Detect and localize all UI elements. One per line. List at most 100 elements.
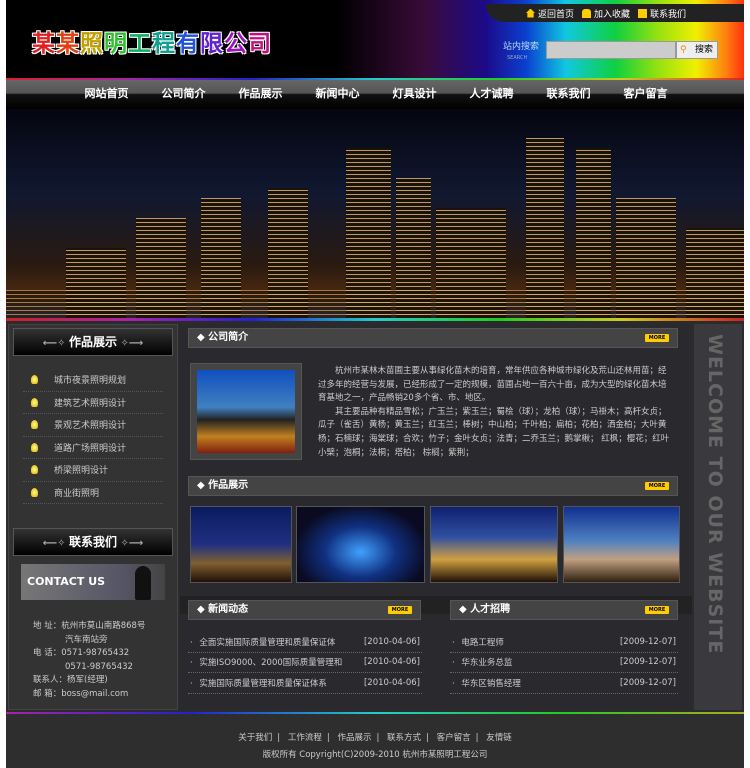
contact-info: 地 址：杭州市莫山南路868号 汽车南站旁 电 话：0571-98765432 … [9,608,177,713]
product-label: 桥梁照明设计 [54,463,108,476]
product-link[interactable]: 商业街照明 [23,482,163,505]
footer: 关于我们| 工作流程| 作品展示| 联系方式| 客户留言| 友情链 版权所有 C… [6,712,744,768]
news-title: 新闻动态 [208,604,248,615]
logo[interactable]: 某某照明工程有限公司 [32,24,272,58]
page: 某某照明工程有限公司 返回首页 加入收藏 联系我们 站内搜索SEARCH ⚲ 搜索… [6,0,744,768]
footer-link[interactable]: 工作流程 [288,733,322,743]
jobs-list: 电路工程师[2009-12-07] 华东业务总监 [2009-12-07] 华东区… [450,632,678,694]
news-date: [2010-04-06] [364,657,420,667]
banner-city-night-image [6,109,744,318]
email: 邮 箱：boss@mail.com [33,688,153,702]
news-bar: ◆ 新闻动态MORE [188,600,421,620]
search-icon: ⚲ [680,42,687,58]
nav-home[interactable]: 网站首页 [68,80,145,109]
logo-char: 公 [224,31,248,57]
nav-guestbook[interactable]: 客户留言 [607,80,684,109]
nav-works[interactable]: 作品展示 [222,80,299,109]
contact-link[interactable]: 联系我们 [638,7,686,20]
works-bar: ◆ 作品展示MORE [188,476,678,496]
news-item[interactable]: 全面实施国际质量管理和质量保证体 [2010-04-06] [188,632,422,653]
contact-link-label: 联系我们 [650,10,686,20]
logo-char: 明 [104,31,128,57]
work-image[interactable] [190,506,292,583]
news-item[interactable]: 实施国际质量管理和质量保证体系[2010-04-06] [188,673,422,694]
nav-lamps[interactable]: 灯具设计 [376,80,453,109]
footer-link[interactable]: 友情链 [486,733,512,743]
nav-contact[interactable]: 联系我们 [530,80,607,109]
divider [6,318,744,321]
work-image[interactable] [296,506,425,583]
search-sub-label: SEARCH [507,53,539,64]
address: 地 址：杭州市莫山南路868号 [33,620,153,634]
product-link[interactable]: 建筑艺术照明设计 [23,392,163,415]
main-nav: 网站首页 公司简介 作品展示 新闻中心 灯具设计 人才诚聘 联系我们 客户留言 [6,78,744,109]
contact-heading: ⟵✧ 联系我们 ✧⟶ [13,528,173,556]
about-bar: ◆ 公司简介MORE [188,328,678,348]
search-input[interactable] [546,41,676,59]
news-date: [2010-04-06] [364,678,420,688]
product-label: 建筑艺术照明设计 [54,396,126,409]
right-welcome-strip: WELCOME TO OUR WEBSITE [694,324,742,710]
home-link-label: 返回首页 [538,10,574,20]
product-link[interactable]: 桥梁照明设计 [23,459,163,482]
job-date: [2009-12-07] [620,678,676,688]
nav-jobs[interactable]: 人才诚聘 [453,80,530,109]
job-item[interactable]: 华东区销售经理 [2009-12-07] [450,673,678,694]
bookmark-link-label: 加入收藏 [594,10,630,20]
product-link[interactable]: 城市夜景照明规划 [23,369,163,392]
home-icon [526,9,535,18]
footer-link[interactable]: 联系方式 [387,733,421,743]
product-label: 道路广场照明设计 [54,441,126,454]
logo-char: 程 [152,31,176,57]
header: 某某照明工程有限公司 返回首页 加入收藏 联系我们 站内搜索SEARCH ⚲ 搜索 [6,0,744,78]
search-button[interactable]: ⚲ 搜索 [676,41,718,59]
about-photo [190,363,302,460]
news-title-text: 全面实施国际质量管理和质量保证体 [190,636,335,648]
logo-char: 限 [200,31,224,57]
about-more-button[interactable]: MORE [645,334,669,342]
jobs-more-button[interactable]: MORE [645,606,669,614]
news-item[interactable]: 实施ISO9000、2000国际质量管理和 [2010-04-06] [188,653,422,674]
about-paragraph: 杭州市某林木苗圃主要从事绿化苗木的培育，常年供应各种城市绿化及荒山还林用苗；经过… [318,365,672,406]
footer-link[interactable]: 作品展示 [337,733,371,743]
job-title: 华东业务总监 [452,656,512,668]
person-image [135,566,151,600]
bulb-icon [31,420,38,429]
job-date: [2009-12-07] [620,657,676,667]
product-label: 商业街照明 [54,486,99,499]
news-more-button[interactable]: MORE [388,606,412,614]
about-title: 公司简介 [208,332,248,343]
news-date: [2010-04-06] [364,637,420,647]
phone: 电 话：0571-98765432 [33,647,153,661]
logo-char: 有 [176,31,200,57]
home-link[interactable]: 返回首页 [526,7,574,20]
footer-link[interactable]: 客户留言 [437,733,471,743]
work-image[interactable] [563,506,680,583]
search-label-text: 站内搜索 [503,42,539,52]
contact-person: 联系人：杨军(经理) [33,674,153,688]
logo-char: 司 [248,31,272,57]
footer-link[interactable]: 关于我们 [238,733,272,743]
product-link[interactable]: 景观艺术照明设计 [23,414,163,437]
work-image[interactable] [430,506,558,583]
product-label: 城市夜景照明规划 [54,373,126,386]
job-item[interactable]: 电路工程师[2009-12-07] [450,632,678,653]
news-title-text: 实施ISO9000、2000国际质量管理和 [190,656,342,668]
welcome-text: WELCOME TO OUR WEBSITE [704,334,726,654]
bookmark-link[interactable]: 加入收藏 [582,7,630,20]
product-link[interactable]: 道路广场照明设计 [23,437,163,460]
bulb-icon [31,465,38,474]
mail-icon [638,9,647,18]
bulb-icon [31,398,38,407]
products-heading: ⟵✧ 作品展示 ✧⟶ [13,328,173,356]
nav-about[interactable]: 公司简介 [145,80,222,109]
works-more-button[interactable]: MORE [645,482,669,490]
nav-news[interactable]: 新闻中心 [299,80,376,109]
products-title: 作品展示 [69,335,117,349]
contact-title: 联系我们 [69,535,117,549]
job-item[interactable]: 华东业务总监 [2009-12-07] [450,653,678,674]
logo-char: 某 [32,31,56,57]
search-button-label: 搜索 [695,45,713,55]
job-title: 华东区销售经理 [452,677,521,689]
jobs-title: 人才招聘 [470,604,510,615]
